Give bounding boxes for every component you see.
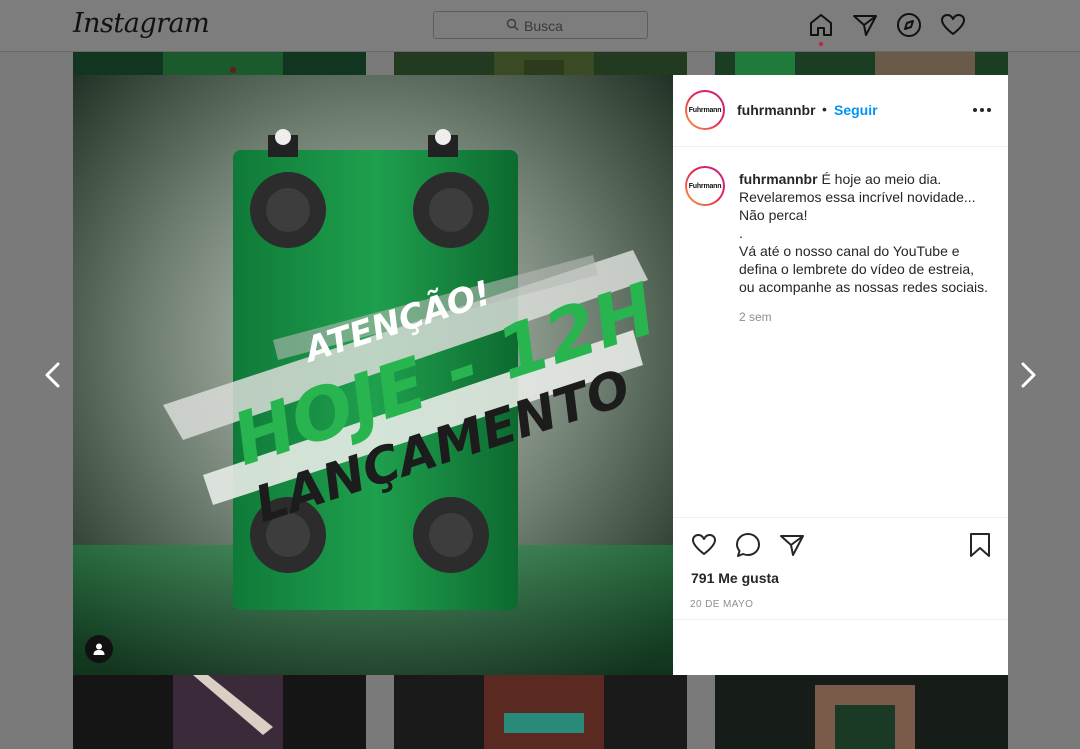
author-username[interactable]: fuhrmannbr	[737, 102, 816, 118]
likes-count[interactable]: 791 Me gusta	[691, 570, 779, 586]
follow-button[interactable]: Seguir	[834, 102, 878, 118]
avatar[interactable]: Fuhrmann	[685, 90, 725, 130]
post-image[interactable]: ATENÇÃO! HOJE - 12H LANÇAMENTO	[73, 75, 673, 675]
user-icon	[93, 643, 105, 655]
comment-icon[interactable]	[735, 532, 761, 558]
like-icon[interactable]	[691, 532, 717, 558]
search-input[interactable]: Busca	[433, 11, 648, 39]
caption-line: É hoje ao meio dia.	[821, 171, 942, 187]
post-actions: 791 Me gusta 20 DE MAYO	[673, 517, 1008, 620]
top-navbar: Instagram Busca	[0, 0, 1080, 52]
previous-post-arrow-icon[interactable]	[38, 360, 68, 390]
avatar[interactable]: Fuhrmann	[685, 166, 725, 206]
notification-dot	[819, 42, 823, 46]
post-caption: fuhrmannbr É hoje ao meio dia. Revelarem…	[739, 170, 1001, 296]
more-options-icon[interactable]	[971, 99, 993, 121]
caption-line: Revelaremos essa incrível novidade...	[739, 189, 976, 205]
post-header: Fuhrmann fuhrmannbr • Seguir	[673, 75, 1008, 147]
caption-line: ou acompanhe as nossas redes sociais.	[739, 279, 989, 295]
next-post-arrow-icon[interactable]	[1013, 360, 1043, 390]
post-date: 20 DE MAYO	[690, 599, 754, 610]
avatar-text: Fuhrmann	[688, 106, 722, 114]
tagged-users-button[interactable]	[85, 635, 113, 663]
caption-username[interactable]: fuhrmannbr	[739, 171, 818, 187]
grid-post-thumbnail[interactable]	[394, 675, 687, 749]
search-placeholder: Busca	[524, 18, 563, 34]
post-details-panel: Fuhrmann fuhrmannbr • Seguir Fuhrmann fu…	[673, 75, 1008, 675]
activity-icon[interactable]	[940, 12, 966, 38]
grid-post-thumbnail[interactable]	[715, 675, 1008, 749]
grid-post-thumbnail[interactable]	[394, 52, 687, 75]
search-icon	[506, 18, 519, 31]
save-bookmark-icon[interactable]	[967, 532, 993, 558]
caption-line: defina o lembrete do vídeo de estreia,	[739, 261, 975, 277]
caption-line: Vá até o nosso canal do YouTube e	[739, 243, 960, 259]
caption-timestamp[interactable]: 2 sem	[739, 310, 772, 324]
instagram-logo[interactable]: Instagram	[73, 8, 210, 39]
avatar-text: Fuhrmann	[688, 182, 722, 190]
home-icon[interactable]	[808, 12, 834, 38]
caption-line: Não perca!	[739, 207, 808, 223]
grid-post-thumbnail[interactable]	[73, 52, 366, 75]
separator-dot: •	[822, 101, 827, 117]
caption-line: .	[739, 225, 743, 241]
share-icon[interactable]	[779, 532, 805, 558]
grid-post-thumbnail[interactable]	[73, 675, 366, 749]
grid-post-thumbnail[interactable]	[715, 52, 1008, 75]
direct-icon[interactable]	[852, 12, 878, 38]
explore-icon[interactable]	[896, 12, 922, 38]
